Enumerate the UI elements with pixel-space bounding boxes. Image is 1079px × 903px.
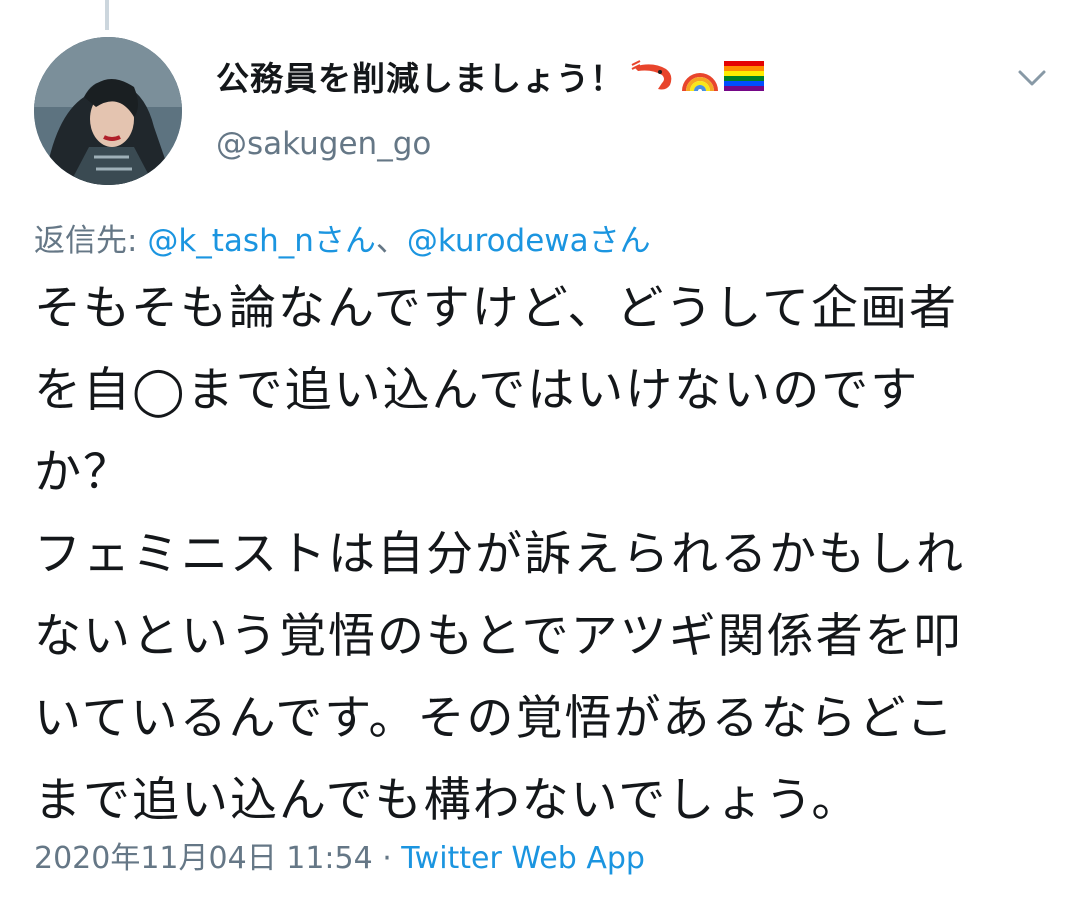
thread-connector-line — [105, 0, 109, 30]
reply-separator: 、 — [375, 223, 407, 259]
mention-link-k-tash-n[interactable]: @k_tash_nさん — [147, 223, 376, 259]
reply-context: 返信先: @k_tash_nさん、@kurodewaさん — [34, 215, 651, 260]
avatar[interactable] — [34, 37, 182, 185]
mention-link-kurodewa[interactable]: @kurodewaさん — [407, 223, 651, 259]
source-link[interactable]: Twitter Web App — [401, 841, 645, 876]
tweet-text-line: を自◯まで追い込んではいけないのです — [34, 363, 920, 418]
name-badges — [630, 59, 764, 93]
display-name-text: 公務員を削減しましょう！ — [216, 59, 624, 98]
timestamp[interactable]: 2020年11月04日 11:54 — [34, 841, 373, 876]
rainbow-flag-icon — [724, 61, 764, 91]
shrimp-icon — [631, 60, 672, 90]
meta-separator: · — [372, 841, 402, 876]
tweet-text-line: フェミニストは自分が訴えられるかもしれ — [34, 527, 965, 582]
reply-prefix: 返信先: — [34, 223, 148, 259]
tweet-text-line: そもそも論なんですけど、どうして企画者 — [34, 281, 958, 336]
avatar-image — [34, 37, 182, 185]
tweet-text-line: いているんです。その覚悟があるならどこ — [34, 691, 956, 746]
tweet-meta: 2020年11月04日 11:54 · Twitter Web App — [34, 833, 645, 877]
chevron-down-icon[interactable] — [1012, 62, 1052, 92]
tweet-text-line: まで追い込んでも構わないでしょう。 — [34, 773, 861, 828]
display-name[interactable]: 公務員を削減しましょう！ — [216, 52, 764, 100]
tweet-body: そもそも論なんですけど、どうして企画者 を自◯まで追い込んではいけないのです か… — [34, 268, 1044, 842]
rainbow-icon — [682, 73, 718, 92]
tweet-text-line: か？ — [34, 445, 132, 500]
tweet-text-line: ないという覚悟のもとでアツギ関係者を叩 — [34, 609, 963, 664]
user-handle[interactable]: @sakugen_go — [216, 126, 431, 162]
